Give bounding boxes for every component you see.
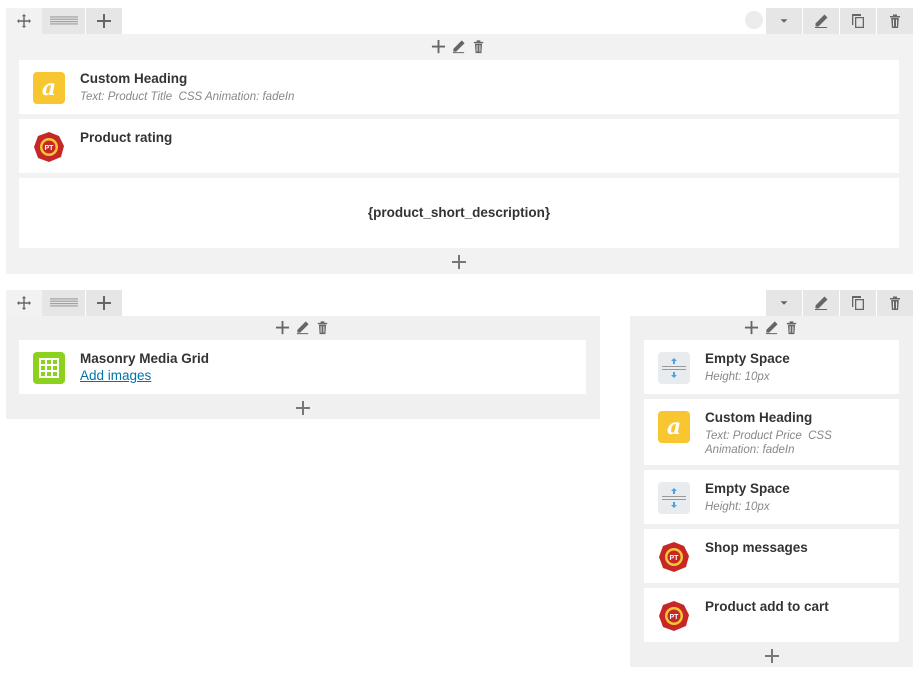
element-product-add-to-cart[interactable]: Product add to cart	[644, 588, 899, 642]
plus-icon	[764, 648, 780, 664]
plugin-logo-icon	[658, 600, 690, 632]
element-title: Product rating	[80, 130, 173, 145]
move-icon	[17, 14, 31, 28]
left-column-add-element-button[interactable]	[293, 398, 313, 418]
right-column-add-element-button[interactable]	[762, 646, 782, 666]
row-1-toggle-button[interactable]	[766, 8, 802, 34]
element-title: Custom Heading	[80, 71, 188, 86]
element-custom-heading[interactable]: a Custom Heading Text: Product Title CSS…	[19, 60, 899, 114]
column-delete-button[interactable]	[783, 319, 800, 336]
plus-icon	[744, 320, 759, 335]
row-1-move-button[interactable]	[6, 8, 42, 34]
element-title: Custom Heading	[705, 410, 813, 425]
column-add-button[interactable]	[274, 319, 291, 336]
element-masonry-media-grid[interactable]: Masonry Media Grid Add images	[19, 340, 586, 394]
element-custom-heading[interactable]: a Custom Heading Text: Product Price CSS…	[644, 399, 899, 465]
move-icon	[17, 296, 31, 310]
grid-icon	[33, 352, 65, 384]
element-product-short-description[interactable]: {product_short_description}	[19, 178, 899, 248]
trash-icon	[887, 13, 903, 29]
right-column-controls	[743, 319, 800, 336]
row-2-toggle-button[interactable]	[766, 290, 802, 316]
pencil-icon	[813, 295, 829, 311]
row-2-clone-button[interactable]	[840, 290, 876, 316]
element-params: Text: Product Price CSS	[705, 430, 832, 442]
caret-down-icon	[777, 296, 791, 310]
element-params: Height: 10px	[705, 371, 770, 383]
element-shortcode-text: {product_short_description}	[367, 205, 551, 220]
trash-icon	[784, 320, 799, 335]
plus-icon	[451, 254, 467, 270]
plus-icon	[96, 295, 112, 311]
element-shop-messages[interactable]: Shop messages	[644, 529, 899, 583]
row-layout-icon	[50, 297, 78, 309]
caret-down-icon	[777, 14, 791, 28]
element-empty-space[interactable]: Empty Space Height: 10px	[644, 340, 899, 394]
plugin-logo-icon	[33, 131, 65, 163]
row-1-delete-button[interactable]	[877, 8, 913, 34]
column-edit-button[interactable]	[450, 38, 467, 55]
row-2-layout-button[interactable]	[42, 290, 85, 316]
row-1-edit-button[interactable]	[803, 8, 839, 34]
row-2-move-button[interactable]	[6, 290, 42, 316]
element-title: Empty Space	[705, 481, 790, 496]
custom-heading-icon: a	[658, 411, 690, 443]
clone-icon	[850, 13, 866, 29]
row-1-clone-button[interactable]	[840, 8, 876, 34]
element-title: Shop messages	[705, 540, 808, 555]
clone-icon	[850, 295, 866, 311]
element-title: Masonry Media Grid	[80, 351, 210, 366]
pencil-icon	[295, 320, 310, 335]
element-title: Product add to cart	[705, 599, 829, 614]
custom-heading-icon: a	[33, 72, 65, 104]
row-1-add-element-button[interactable]	[449, 252, 469, 272]
add-images-link[interactable]: Add images	[80, 368, 151, 383]
column-delete-button[interactable]	[314, 319, 331, 336]
plugin-logo-icon	[658, 541, 690, 573]
element-params: Height: 10px	[705, 501, 770, 513]
column-add-button[interactable]	[430, 38, 447, 55]
element-title: Empty Space	[705, 351, 790, 366]
row-1-layout-button[interactable]	[42, 8, 85, 34]
plus-icon	[295, 400, 311, 416]
empty-space-icon	[658, 352, 690, 384]
left-column-controls	[274, 319, 331, 336]
pencil-icon	[764, 320, 779, 335]
row-layout-icon	[50, 15, 78, 27]
column-delete-button[interactable]	[470, 38, 487, 55]
empty-space-icon	[658, 482, 690, 514]
trash-icon	[471, 39, 486, 54]
row-2-add-column-button[interactable]	[86, 290, 122, 316]
plus-icon	[275, 320, 290, 335]
row-1-status-dot	[745, 11, 763, 29]
row-1-add-column-button[interactable]	[86, 8, 122, 34]
element-params: Animation: fadeIn	[705, 444, 795, 456]
element-params: Text: Product Title CSS Animation: fadeI…	[80, 91, 295, 103]
row-2-delete-button[interactable]	[877, 290, 913, 316]
trash-icon	[315, 320, 330, 335]
row-1-column-controls	[430, 38, 487, 55]
row-2-edit-button[interactable]	[803, 290, 839, 316]
pencil-icon	[813, 13, 829, 29]
pencil-icon	[451, 39, 466, 54]
plus-icon	[96, 13, 112, 29]
column-edit-button[interactable]	[763, 319, 780, 336]
column-edit-button[interactable]	[294, 319, 311, 336]
trash-icon	[887, 295, 903, 311]
element-product-rating[interactable]: Product rating	[19, 119, 899, 173]
column-add-button[interactable]	[743, 319, 760, 336]
plus-icon	[431, 39, 446, 54]
element-empty-space[interactable]: Empty Space Height: 10px	[644, 470, 899, 524]
